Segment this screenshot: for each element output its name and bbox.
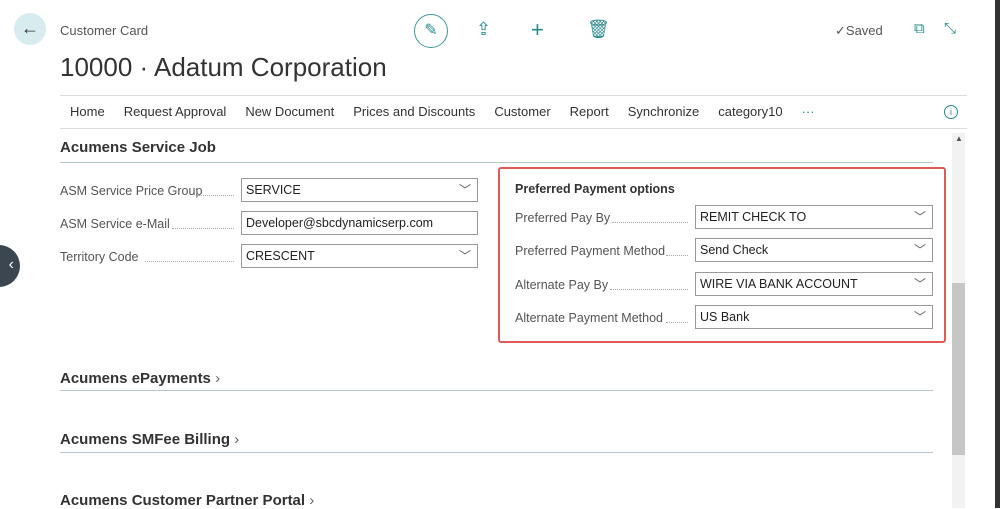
field-label: Preferred Payment Method [515,244,666,258]
back-button[interactable]: ← [14,13,46,45]
preferred-payment-method-select[interactable]: Send Check ﹀ [695,238,933,262]
collapse-panel-button[interactable]: ‹ [0,245,20,287]
field-label: Territory Code [60,250,139,264]
value: SERVICE [246,183,301,197]
chevron-down-icon: ﹀ [913,243,926,257]
value: US Bank [700,310,750,324]
section-title: Acumens Customer Partner Portal [60,492,306,509]
chevron-right-icon: › [305,492,315,509]
section-partner-portal[interactable]: Acumens Customer Partner Portal › [60,492,314,509]
section-title: Acumens SMFee Billing [60,431,231,448]
more-actions-button[interactable]: ··· [792,104,824,119]
nav-home[interactable]: Home [60,104,114,119]
section-smfee-billing[interactable]: Acumens SMFee Billing › [60,431,239,448]
leader [610,289,688,290]
action-bar: Home Request Approval New Document Price… [60,104,824,119]
price-group-select[interactable]: SERVICE ﹀ [241,178,478,202]
alternate-pay-by-select[interactable]: WIRE VIA BANK ACCOUNT ﹀ [695,272,933,296]
alternate-payment-method-select[interactable]: US Bank ﹀ [695,305,933,329]
preferred-pay-by-select[interactable]: REMIT CHECK TO ﹀ [695,205,933,229]
section-service-job[interactable]: Acumens Service Job [60,139,216,156]
territory-select[interactable]: CRESCENT ﹀ [241,244,478,268]
saved-status: ✓Saved [835,23,883,38]
divider [60,452,933,453]
share-icon[interactable]: ⇪ [476,19,491,40]
value: CRESCENT [246,249,315,263]
field-label: Preferred Pay By [515,211,611,225]
chevron-down-icon: ﹀ [913,210,926,224]
divider [60,128,967,129]
page-title: 10000 · Adatum Corporation [60,52,387,82]
chevron-right-icon: › [210,370,221,387]
field-label: ASM Service e-Mail [60,217,170,231]
chevron-down-icon: ﹀ [913,310,926,324]
value: WIRE VIA BANK ACCOUNT [700,277,858,291]
divider [60,390,933,391]
field-label: Alternate Pay By [515,278,609,292]
divider [60,95,967,96]
nav-category10[interactable]: category10 [709,104,792,119]
leader [172,228,234,229]
open-new-window-icon[interactable]: ⧉ [914,20,925,37]
nav-customer[interactable]: Customer [485,104,560,119]
info-icon[interactable]: i [944,105,958,119]
edit-button[interactable]: ✎ [414,14,448,48]
field-label: ASM Service Price Group [60,184,203,198]
window-edge [995,0,1000,508]
divider [60,162,933,163]
trash-icon[interactable]: 🗑 [587,19,610,40]
value: Send Check [700,243,769,257]
chevron-down-icon: ﹀ [913,277,926,291]
section-epayments[interactable]: Acumens ePayments › [60,370,220,387]
nav-report[interactable]: Report [560,104,618,119]
nav-request-approval[interactable]: Request Approval [114,104,236,119]
field-label: Alternate Payment Method [515,311,663,325]
leader [612,222,688,223]
value: REMIT CHECK TO [700,210,807,224]
email-input[interactable]: Developer@sbcdynamicserp.com [241,211,478,235]
nav-prices-discounts[interactable]: Prices and Discounts [344,104,485,119]
chevron-right-icon: › [230,431,240,448]
section-title: Acumens ePayments [60,370,211,387]
breadcrumb: Customer Card [60,23,149,38]
arrow-left-icon: ← [21,18,39,38]
scrollbar-thumb[interactable] [952,283,965,455]
chevron-down-icon: ﹀ [458,249,471,263]
plus-icon[interactable]: + [531,17,544,43]
collapse-icon[interactable]: ⤡ [944,20,956,37]
chevron-down-icon: ﹀ [458,183,471,197]
leader [145,261,234,262]
leader [666,322,688,323]
payment-options-title: Preferred Payment options [515,182,675,196]
leader [666,255,688,256]
nav-synchronize[interactable]: Synchronize [618,104,709,119]
pencil-icon: ✎ [424,22,438,39]
leader [198,195,234,196]
nav-new-document[interactable]: New Document [236,104,344,119]
scroll-up-icon[interactable]: ▲ [955,134,963,143]
